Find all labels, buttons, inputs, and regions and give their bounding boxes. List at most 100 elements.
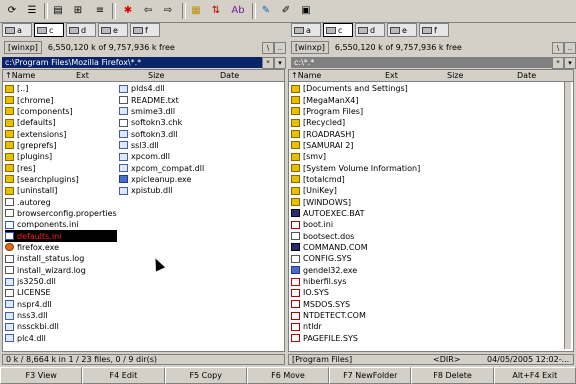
sort-by-name-header[interactable]: ↑Name xyxy=(5,71,35,80)
file-list-item[interactable]: hiberfil.sys xyxy=(291,276,471,287)
sort-by-ext-header[interactable]: Ext xyxy=(76,71,89,80)
left-root-button[interactable]: \ xyxy=(262,42,274,54)
forward-icon[interactable]: ⇨ xyxy=(160,2,176,18)
ftp-connect-icon[interactable]: ⇅ xyxy=(208,2,224,18)
drive-c-button[interactable]: c xyxy=(34,23,64,37)
file-list-item[interactable]: xpcom_compat.dll xyxy=(119,162,239,173)
file-list-item[interactable]: ntldr xyxy=(291,321,471,332)
file-list-item[interactable]: LICENSE xyxy=(5,287,117,298)
file-list-item[interactable]: xpcom.dll xyxy=(119,151,239,162)
back-icon[interactable]: ⇦ xyxy=(140,2,156,18)
file-list-item[interactable]: softokn3.dll xyxy=(119,128,239,139)
sort-by-size-header[interactable]: Size xyxy=(447,71,463,80)
full-view-icon[interactable]: ▤ xyxy=(50,2,66,18)
file-list-item[interactable]: browserconfig.properties xyxy=(5,208,117,219)
dos-icon[interactable]: ▣ xyxy=(298,2,314,18)
file-list-item[interactable]: README.txt xyxy=(119,94,239,105)
drive-a-button[interactable]: a xyxy=(291,23,321,37)
folder-list-item[interactable]: [extensions] xyxy=(5,128,117,139)
notepad-icon[interactable]: ✎ xyxy=(258,2,274,18)
folder-list-item[interactable]: [System Volume Information] xyxy=(291,162,471,173)
folder-list-item[interactable]: [uninstall] xyxy=(5,185,117,196)
file-list-item[interactable]: COMMAND.COM xyxy=(291,242,471,253)
f4-edit-button[interactable]: F4 Edit xyxy=(82,367,165,384)
file-list-item[interactable]: .autoreg xyxy=(5,196,117,207)
left-volume-label[interactable]: [winxp] xyxy=(4,40,42,54)
invert-selection-icon[interactable]: ✱ xyxy=(120,2,136,18)
file-list-item[interactable]: nssckbi.dll xyxy=(5,321,117,332)
file-list-item[interactable]: xpicleanup.exe xyxy=(119,174,239,185)
right-history-button[interactable]: * xyxy=(552,57,564,69)
f3-view-button[interactable]: F3 View xyxy=(0,367,83,384)
file-list-item[interactable]: firefox.exe xyxy=(5,242,117,253)
folder-list-item[interactable]: [MegaManX4] xyxy=(291,94,471,105)
file-list-item[interactable]: AUTOEXEC.BAT xyxy=(291,208,471,219)
file-list-item[interactable]: install_wizard.log xyxy=(5,265,117,276)
folder-list-item[interactable]: [defaults] xyxy=(5,117,117,128)
file-list-item[interactable]: nspr4.dll xyxy=(5,299,117,310)
file-list-item[interactable]: plds4.dll xyxy=(119,83,239,94)
folder-list-item[interactable]: [UniKey] xyxy=(291,185,471,196)
alt-f4-exit-button[interactable]: Alt+F4 Exit xyxy=(493,367,576,384)
file-list-item[interactable]: js3250.dll xyxy=(5,276,117,287)
folder-list-item[interactable]: [smv] xyxy=(291,151,471,162)
file-list-item[interactable]: gendel32.exe xyxy=(291,265,471,276)
sort-by-date-header[interactable]: Date xyxy=(220,71,239,80)
pack-files-icon[interactable]: ▦ xyxy=(188,2,204,18)
file-list-item[interactable]: IO.SYS xyxy=(291,287,471,298)
file-list-item[interactable]: bootsect.dos xyxy=(291,230,471,241)
file-list-item[interactable]: PAGEFILE.SYS xyxy=(291,333,471,344)
f7-newfolder-button[interactable]: F7 NewFolder xyxy=(329,367,412,384)
file-list-item[interactable]: install_status.log xyxy=(5,253,117,264)
drive-f-button[interactable]: f xyxy=(130,23,160,37)
file-list-item[interactable]: CONFIG.SYS xyxy=(291,253,471,264)
drive-d-button[interactable]: d xyxy=(355,23,385,37)
refresh-icon[interactable]: ⟳ xyxy=(4,2,20,18)
folder-list-item[interactable]: [ROADRASH] xyxy=(291,128,471,139)
file-list-item[interactable]: xpistub.dll xyxy=(119,185,239,196)
drive-c-button[interactable]: c xyxy=(323,23,353,37)
right-file-panel[interactable]: ↑Name Ext Size Date [Documents and Setti… xyxy=(288,69,574,352)
file-list-item[interactable]: defaults.ini xyxy=(5,230,117,242)
sort-by-ext-header[interactable]: Ext xyxy=(385,71,398,80)
folder-list-item[interactable]: [searchplugins] xyxy=(5,174,117,185)
folder-list-item[interactable]: [WINDOWS] xyxy=(291,196,471,207)
file-list-item[interactable]: boot.ini xyxy=(291,219,471,230)
folder-list-item[interactable]: [chrome] xyxy=(5,94,117,105)
folder-list-item[interactable]: [plugins] xyxy=(5,151,117,162)
folder-list-item[interactable]: [SAMURAI 2] xyxy=(291,140,471,151)
sort-by-name-header[interactable]: ↑Name xyxy=(291,71,321,80)
f6-move-button[interactable]: F6 Move xyxy=(246,367,330,384)
sort-name-icon[interactable]: ≡ xyxy=(92,2,108,18)
multi-rename-icon[interactable]: Ab xyxy=(230,2,246,18)
drive-e-button[interactable]: e xyxy=(387,23,417,37)
file-list-item[interactable]: ssl3.dll xyxy=(119,140,239,151)
folder-list-item[interactable]: [..] xyxy=(5,83,117,94)
file-list-item[interactable]: components.ini xyxy=(5,219,117,230)
left-file-panel[interactable]: ↑Name Ext Size Date [..] [chrome] [compone… xyxy=(2,69,285,352)
f8-delete-button[interactable]: F8 Delete xyxy=(411,367,494,384)
drive-a-button[interactable]: a xyxy=(2,23,32,37)
right-up-button[interactable]: .. xyxy=(564,42,576,54)
edit-icon[interactable]: ✐ xyxy=(278,2,294,18)
folder-list-item[interactable]: [greprefs] xyxy=(5,140,117,151)
file-list-item[interactable]: MSDOS.SYS xyxy=(291,299,471,310)
drive-d-button[interactable]: d xyxy=(66,23,96,37)
file-list-item[interactable]: smime3.dll xyxy=(119,106,239,117)
folder-list-item[interactable]: [components] xyxy=(5,106,117,117)
folder-list-item[interactable]: [totalcmd] xyxy=(291,174,471,185)
folder-list-item[interactable]: [Documents and Settings] xyxy=(291,83,471,94)
file-list-item[interactable]: NTDETECT.COM xyxy=(291,310,471,321)
file-list-item[interactable]: plc4.dll xyxy=(5,333,117,344)
drive-f-button[interactable]: f xyxy=(419,23,449,37)
drive-e-button[interactable]: e xyxy=(98,23,128,37)
left-history-button[interactable]: * xyxy=(262,57,274,69)
right-volume-label[interactable]: [winxp] xyxy=(291,40,329,54)
file-list-item[interactable]: nss3.dll xyxy=(5,310,117,321)
right-root-button[interactable]: \ xyxy=(552,42,564,54)
folder-list-item[interactable]: [res] xyxy=(5,162,117,173)
folder-list-item[interactable]: [Recycled] xyxy=(291,117,471,128)
left-hotlist-button[interactable]: ▾ xyxy=(274,57,286,69)
right-scrollbar[interactable] xyxy=(564,82,571,349)
tree-view-icon[interactable]: ⊞ xyxy=(70,2,86,18)
